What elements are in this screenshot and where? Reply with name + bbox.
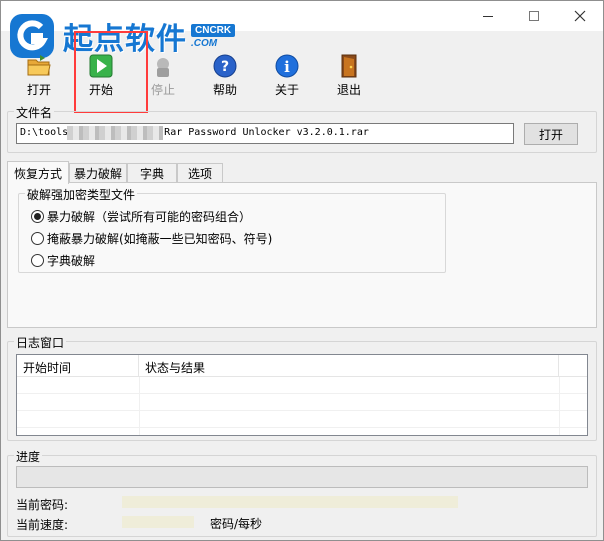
watermark-badge-bottom: .COM bbox=[191, 37, 218, 49]
radio-dictionary-label: 字典破解 bbox=[47, 254, 96, 268]
log-column-divider bbox=[559, 377, 560, 435]
open-folder-icon bbox=[27, 55, 51, 76]
svg-text:?: ? bbox=[221, 59, 229, 75]
tab-dictionary[interactable]: 字典 bbox=[127, 163, 177, 183]
redacted-path-mask bbox=[67, 126, 163, 140]
help-icon: ? bbox=[213, 54, 237, 78]
mode-group-title: 破解强加密类型文件 bbox=[25, 186, 138, 203]
exit-tool-label: 退出 bbox=[336, 83, 361, 97]
exit-tool-button[interactable]: 退出 bbox=[321, 51, 377, 99]
radio-mask-attack[interactable]: 掩蔽暴力破解(如掩蔽一些已知密码、符号) bbox=[31, 230, 272, 247]
progress-group: 进度 当前密码: 当前速度: 密码/每秒 bbox=[7, 448, 597, 537]
stop-tool-label: 停止 bbox=[150, 83, 175, 97]
help-tool-label: 帮助 bbox=[212, 83, 237, 97]
radio-brute-force[interactable]: 暴力破解（尝试所有可能的密码组合） bbox=[31, 208, 251, 225]
log-row bbox=[17, 394, 587, 411]
tab-recovery-mode[interactable]: 恢复方式 bbox=[7, 161, 69, 184]
log-group: 日志窗口 开始时间 状态与结果 bbox=[7, 334, 597, 441]
info-icon: i bbox=[275, 54, 299, 78]
current-speed-label: 当前速度: bbox=[16, 518, 69, 532]
watermark-badge-top: CNCRK bbox=[191, 23, 236, 37]
start-highlight-box bbox=[74, 31, 148, 113]
minimize-icon bbox=[483, 15, 493, 17]
file-path-input[interactable]: D:\tools Rar Password Unlocker v3.2.0.1.r… bbox=[16, 123, 514, 144]
file-group: 文件名 D:\tools Rar Password Unlocker v3.2.0… bbox=[7, 104, 597, 153]
progress-bar bbox=[16, 466, 588, 488]
radio-unselected-icon bbox=[31, 254, 44, 267]
log-row bbox=[17, 411, 587, 428]
mode-group: 破解强加密类型文件 暴力破解（尝试所有可能的密码组合） 掩蔽暴力破解(如掩蔽一些… bbox=[18, 186, 446, 273]
radio-selected-icon bbox=[31, 210, 44, 223]
tab-options[interactable]: 选项 bbox=[177, 163, 223, 183]
speed-unit-label: 密码/每秒 bbox=[210, 517, 263, 531]
progress-group-title: 进度 bbox=[14, 448, 43, 465]
log-list[interactable]: 开始时间 状态与结果 bbox=[16, 354, 588, 436]
radio-brute-force-label: 暴力破解（尝试所有可能的密码组合） bbox=[47, 210, 252, 224]
current-password-value bbox=[122, 496, 458, 508]
log-row bbox=[17, 377, 587, 394]
current-password-label: 当前密码: bbox=[16, 498, 69, 512]
log-column-status[interactable]: 状态与结果 bbox=[139, 355, 559, 377]
log-column-start-time[interactable]: 开始时间 bbox=[17, 355, 139, 377]
help-tool-button[interactable]: ? 帮助 bbox=[197, 51, 253, 99]
log-column-extra[interactable] bbox=[559, 355, 587, 377]
stop-icon bbox=[157, 58, 169, 77]
minimize-button[interactable] bbox=[465, 1, 511, 31]
exit-door-icon bbox=[341, 54, 357, 78]
open-tool-button[interactable]: 打开 bbox=[11, 51, 67, 99]
tab-brute-force[interactable]: 暴力破解 bbox=[69, 163, 127, 183]
about-tool-label: 关于 bbox=[274, 83, 299, 97]
radio-dictionary[interactable]: 字典破解 bbox=[31, 252, 95, 269]
close-icon bbox=[574, 10, 586, 22]
file-path-suffix: Rar Password Unlocker v3.2.0.1.rar bbox=[164, 127, 369, 138]
open-file-button[interactable]: 打开 bbox=[524, 123, 578, 145]
about-tool-button[interactable]: i 关于 bbox=[259, 51, 315, 99]
open-tool-label: 打开 bbox=[26, 83, 51, 97]
file-group-title: 文件名 bbox=[14, 104, 55, 121]
maximize-button[interactable] bbox=[511, 1, 557, 31]
tab-panel: 破解强加密类型文件 暴力破解（尝试所有可能的密码组合） 掩蔽暴力破解(如掩蔽一些… bbox=[7, 182, 597, 328]
app-window: 起点软件 CNCRK .COM 打开 开始 停止 ? 帮助 i 关于 退出 文件… bbox=[0, 0, 604, 541]
current-speed-value bbox=[122, 516, 194, 528]
close-button[interactable] bbox=[557, 1, 603, 31]
radio-mask-attack-label: 掩蔽暴力破解(如掩蔽一些已知密码、符号) bbox=[47, 232, 273, 246]
log-group-title: 日志窗口 bbox=[14, 334, 67, 351]
radio-unselected-icon bbox=[31, 232, 44, 245]
maximize-icon bbox=[529, 11, 539, 21]
file-path-prefix: D:\tools bbox=[20, 127, 69, 138]
watermark-badge: CNCRK .COM bbox=[191, 23, 236, 49]
svg-text:i: i bbox=[284, 58, 290, 76]
log-column-divider bbox=[139, 377, 140, 435]
